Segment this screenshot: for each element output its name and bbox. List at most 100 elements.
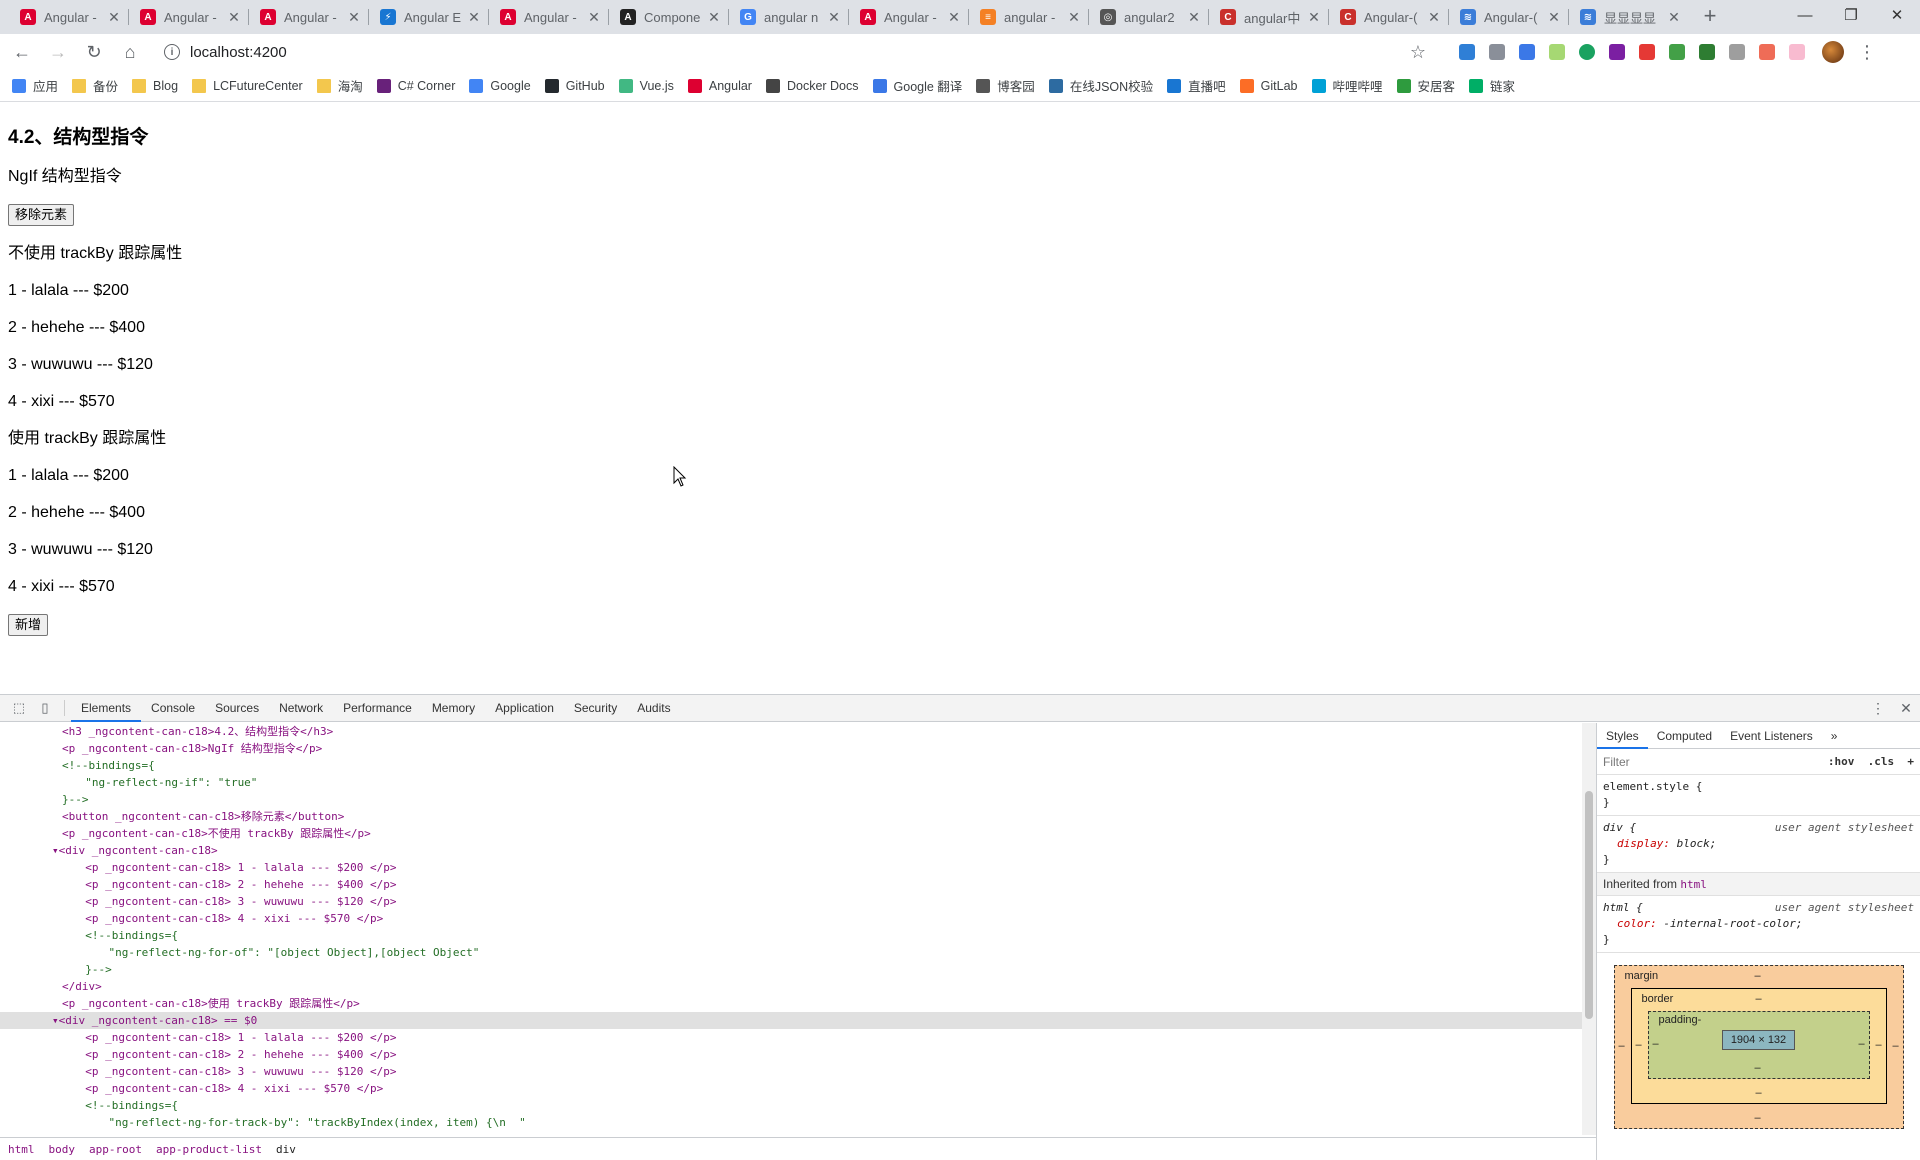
- hov-label[interactable]: :hov: [1828, 755, 1855, 768]
- breadcrumb-item[interactable]: app-root: [89, 1143, 142, 1156]
- browser-tab[interactable]: ◎ angular2 ✕: [1088, 0, 1208, 34]
- browser-tab[interactable]: ≡ angular - ✕: [968, 0, 1088, 34]
- tab-title[interactable]: Angular-(: [1364, 10, 1426, 25]
- dom-node-line[interactable]: "ng-reflect-ng-if": "true": [0, 774, 1596, 791]
- dom-node-line[interactable]: }-->: [0, 791, 1596, 808]
- site-info-icon[interactable]: i: [164, 44, 180, 60]
- new-tab-button[interactable]: +: [1696, 3, 1724, 31]
- browser-tab[interactable]: ≋ 显显显显 ✕: [1568, 0, 1688, 34]
- bookmark-item[interactable]: 海淘: [316, 76, 363, 95]
- breadcrumb-item[interactable]: html: [8, 1143, 35, 1156]
- extension-8-icon[interactable]: [1669, 44, 1685, 60]
- elements-scrollbar[interactable]: [1582, 723, 1596, 1135]
- tab-title[interactable]: Angular -: [164, 10, 226, 25]
- tab-title[interactable]: Compone: [644, 10, 706, 25]
- reload-button[interactable]: ↻: [80, 38, 108, 66]
- bookmark-item[interactable]: 应用: [12, 76, 58, 95]
- devtools-tab-audits[interactable]: Audits: [627, 695, 680, 722]
- dom-node-line[interactable]: <p _ngcontent-can-c18>NgIf 结构型指令</p>: [0, 740, 1596, 757]
- bookmark-item[interactable]: Blog: [132, 78, 178, 93]
- styles-tab[interactable]: »: [1822, 723, 1847, 749]
- devtools-tab-network[interactable]: Network: [269, 695, 333, 722]
- tab-close-icon[interactable]: ✕: [706, 9, 722, 26]
- devtools-tab-console[interactable]: Console: [141, 695, 205, 722]
- cls-label[interactable]: .cls: [1868, 755, 1895, 768]
- address-url[interactable]: localhost:4200: [190, 44, 287, 61]
- bookmark-star-icon[interactable]: ☆: [1410, 42, 1426, 63]
- dom-node-line[interactable]: <!--bindings={: [0, 757, 1596, 774]
- devtools-tab-elements[interactable]: Elements: [71, 695, 142, 722]
- bookmark-item[interactable]: LCFutureCenter: [192, 78, 303, 93]
- inherited-tag[interactable]: html: [1680, 878, 1707, 891]
- tab-close-icon[interactable]: ✕: [466, 9, 482, 26]
- dom-node-line[interactable]: <!--bindings={: [0, 1097, 1596, 1114]
- dom-node-line[interactable]: <h3 _ngcontent-can-c18>4.2、结构型指令</h3>: [0, 723, 1596, 740]
- bookmark-item[interactable]: GitLab: [1239, 78, 1298, 93]
- tab-title[interactable]: 显显显显: [1604, 8, 1666, 27]
- forward-button[interactable]: →: [44, 38, 72, 66]
- bookmark-item[interactable]: 备份: [72, 76, 118, 95]
- inspect-element-icon[interactable]: ⬚: [11, 700, 27, 716]
- dom-node-line[interactable]: <p _ngcontent-can-c18> 3 - wuwuwu --- $1…: [0, 893, 1596, 910]
- extension-2-icon[interactable]: [1489, 44, 1505, 60]
- device-toolbar-icon[interactable]: ▯: [37, 700, 53, 716]
- dom-node-line[interactable]: <p _ngcontent-can-c18> 2 - hehehe --- $4…: [0, 876, 1596, 893]
- dom-node-line[interactable]: <button _ngcontent-can-c18>移除元素</button>: [0, 808, 1596, 825]
- tab-title[interactable]: Angular -: [524, 10, 586, 25]
- dom-node-line[interactable]: <p _ngcontent-can-c18> 1 - lalala --- $2…: [0, 1029, 1596, 1046]
- rule-declaration[interactable]: display: block;: [1603, 836, 1914, 852]
- tab-title[interactable]: Angular -: [284, 10, 346, 25]
- elements-tree[interactable]: <h3 _ngcontent-can-c18>4.2、结构型指令</h3> <p …: [0, 723, 1596, 1137]
- bookmark-item[interactable]: Vue.js: [618, 78, 674, 93]
- dom-node-line[interactable]: <!--bindings={: [0, 927, 1596, 944]
- bookmark-item[interactable]: GitHub: [544, 78, 605, 93]
- bookmark-item[interactable]: 在线JSON校验: [1048, 76, 1153, 95]
- devtools-tab-memory[interactable]: Memory: [422, 695, 485, 722]
- breadcrumb-item[interactable]: app-product-list: [156, 1143, 262, 1156]
- extension-11-icon[interactable]: [1759, 44, 1775, 60]
- home-button[interactable]: ⌂: [116, 38, 144, 66]
- browser-tab[interactable]: A Angular - ✕: [488, 0, 608, 34]
- devtools-tab-application[interactable]: Application: [485, 695, 564, 722]
- browser-tab[interactable]: ≋ Angular-(✕: [1448, 0, 1568, 34]
- bookmark-item[interactable]: 链家: [1469, 76, 1515, 95]
- add-rule-icon[interactable]: +: [1907, 755, 1914, 768]
- dom-node-line[interactable]: ▾<div _ngcontent-can-c18>: [0, 842, 1596, 859]
- dom-node-line[interactable]: <p _ngcontent-can-c18>使用 trackBy 跟踪属性</p…: [0, 995, 1596, 1012]
- dom-node-line[interactable]: "ng-reflect-ng-for-of": "[object Object]…: [0, 944, 1596, 961]
- browser-tab[interactable]: A Angular - ✕: [848, 0, 968, 34]
- dom-node-line[interactable]: <p _ngcontent-can-c18> 1 - lalala --- $2…: [0, 859, 1596, 876]
- address-bar[interactable]: i localhost:4200 ☆: [158, 38, 1438, 66]
- dom-node-line[interactable]: }-->: [0, 961, 1596, 978]
- styles-filter[interactable]: Filter :hov .cls +: [1597, 749, 1920, 775]
- bookmark-item[interactable]: 博客园: [976, 76, 1035, 95]
- bookmark-item[interactable]: 哔哩哔哩: [1311, 76, 1383, 95]
- dom-node-line[interactable]: ▾<div _ngcontent-can-c18> == $0: [0, 1012, 1596, 1029]
- browser-tab[interactable]: ⚡ Angular E ✕: [368, 0, 488, 34]
- extension-6-icon[interactable]: [1609, 44, 1625, 60]
- devtools-tab-security[interactable]: Security: [564, 695, 627, 722]
- tab-title[interactable]: Angular E: [404, 10, 466, 25]
- devtools-tab-performance[interactable]: Performance: [333, 695, 422, 722]
- breadcrumb-item[interactable]: div: [276, 1143, 296, 1156]
- rule-declaration[interactable]: color: -internal-root-color;: [1603, 916, 1914, 932]
- scrollbar-thumb[interactable]: [1585, 791, 1593, 1019]
- browser-tab[interactable]: A Angular - ✕: [248, 0, 368, 34]
- extension-shield-icon[interactable]: [1699, 44, 1715, 60]
- bookmark-item[interactable]: C# Corner: [376, 78, 455, 93]
- tab-close-icon[interactable]: ✕: [826, 9, 842, 26]
- bookmark-item[interactable]: 直播吧: [1167, 76, 1226, 95]
- tab-close-icon[interactable]: ✕: [1666, 9, 1682, 26]
- bookmark-item[interactable]: Docker Docs: [765, 78, 859, 93]
- extension-translate-icon[interactable]: [1519, 44, 1535, 60]
- extension-1-icon[interactable]: [1459, 44, 1475, 60]
- browser-tab[interactable]: A Compone ✕: [608, 0, 728, 34]
- minimize-button[interactable]: —: [1782, 0, 1828, 30]
- dom-node-line[interactable]: <p _ngcontent-can-c18> 2 - hehehe --- $4…: [0, 1046, 1596, 1063]
- devtools-tab-sources[interactable]: Sources: [205, 695, 269, 722]
- tab-title[interactable]: Angular-(: [1484, 10, 1546, 25]
- bookmark-item[interactable]: Google: [469, 78, 531, 93]
- bookmark-item[interactable]: Google 翻译: [872, 76, 962, 95]
- tab-close-icon[interactable]: ✕: [346, 9, 362, 26]
- bookmark-item[interactable]: Angular: [687, 78, 752, 93]
